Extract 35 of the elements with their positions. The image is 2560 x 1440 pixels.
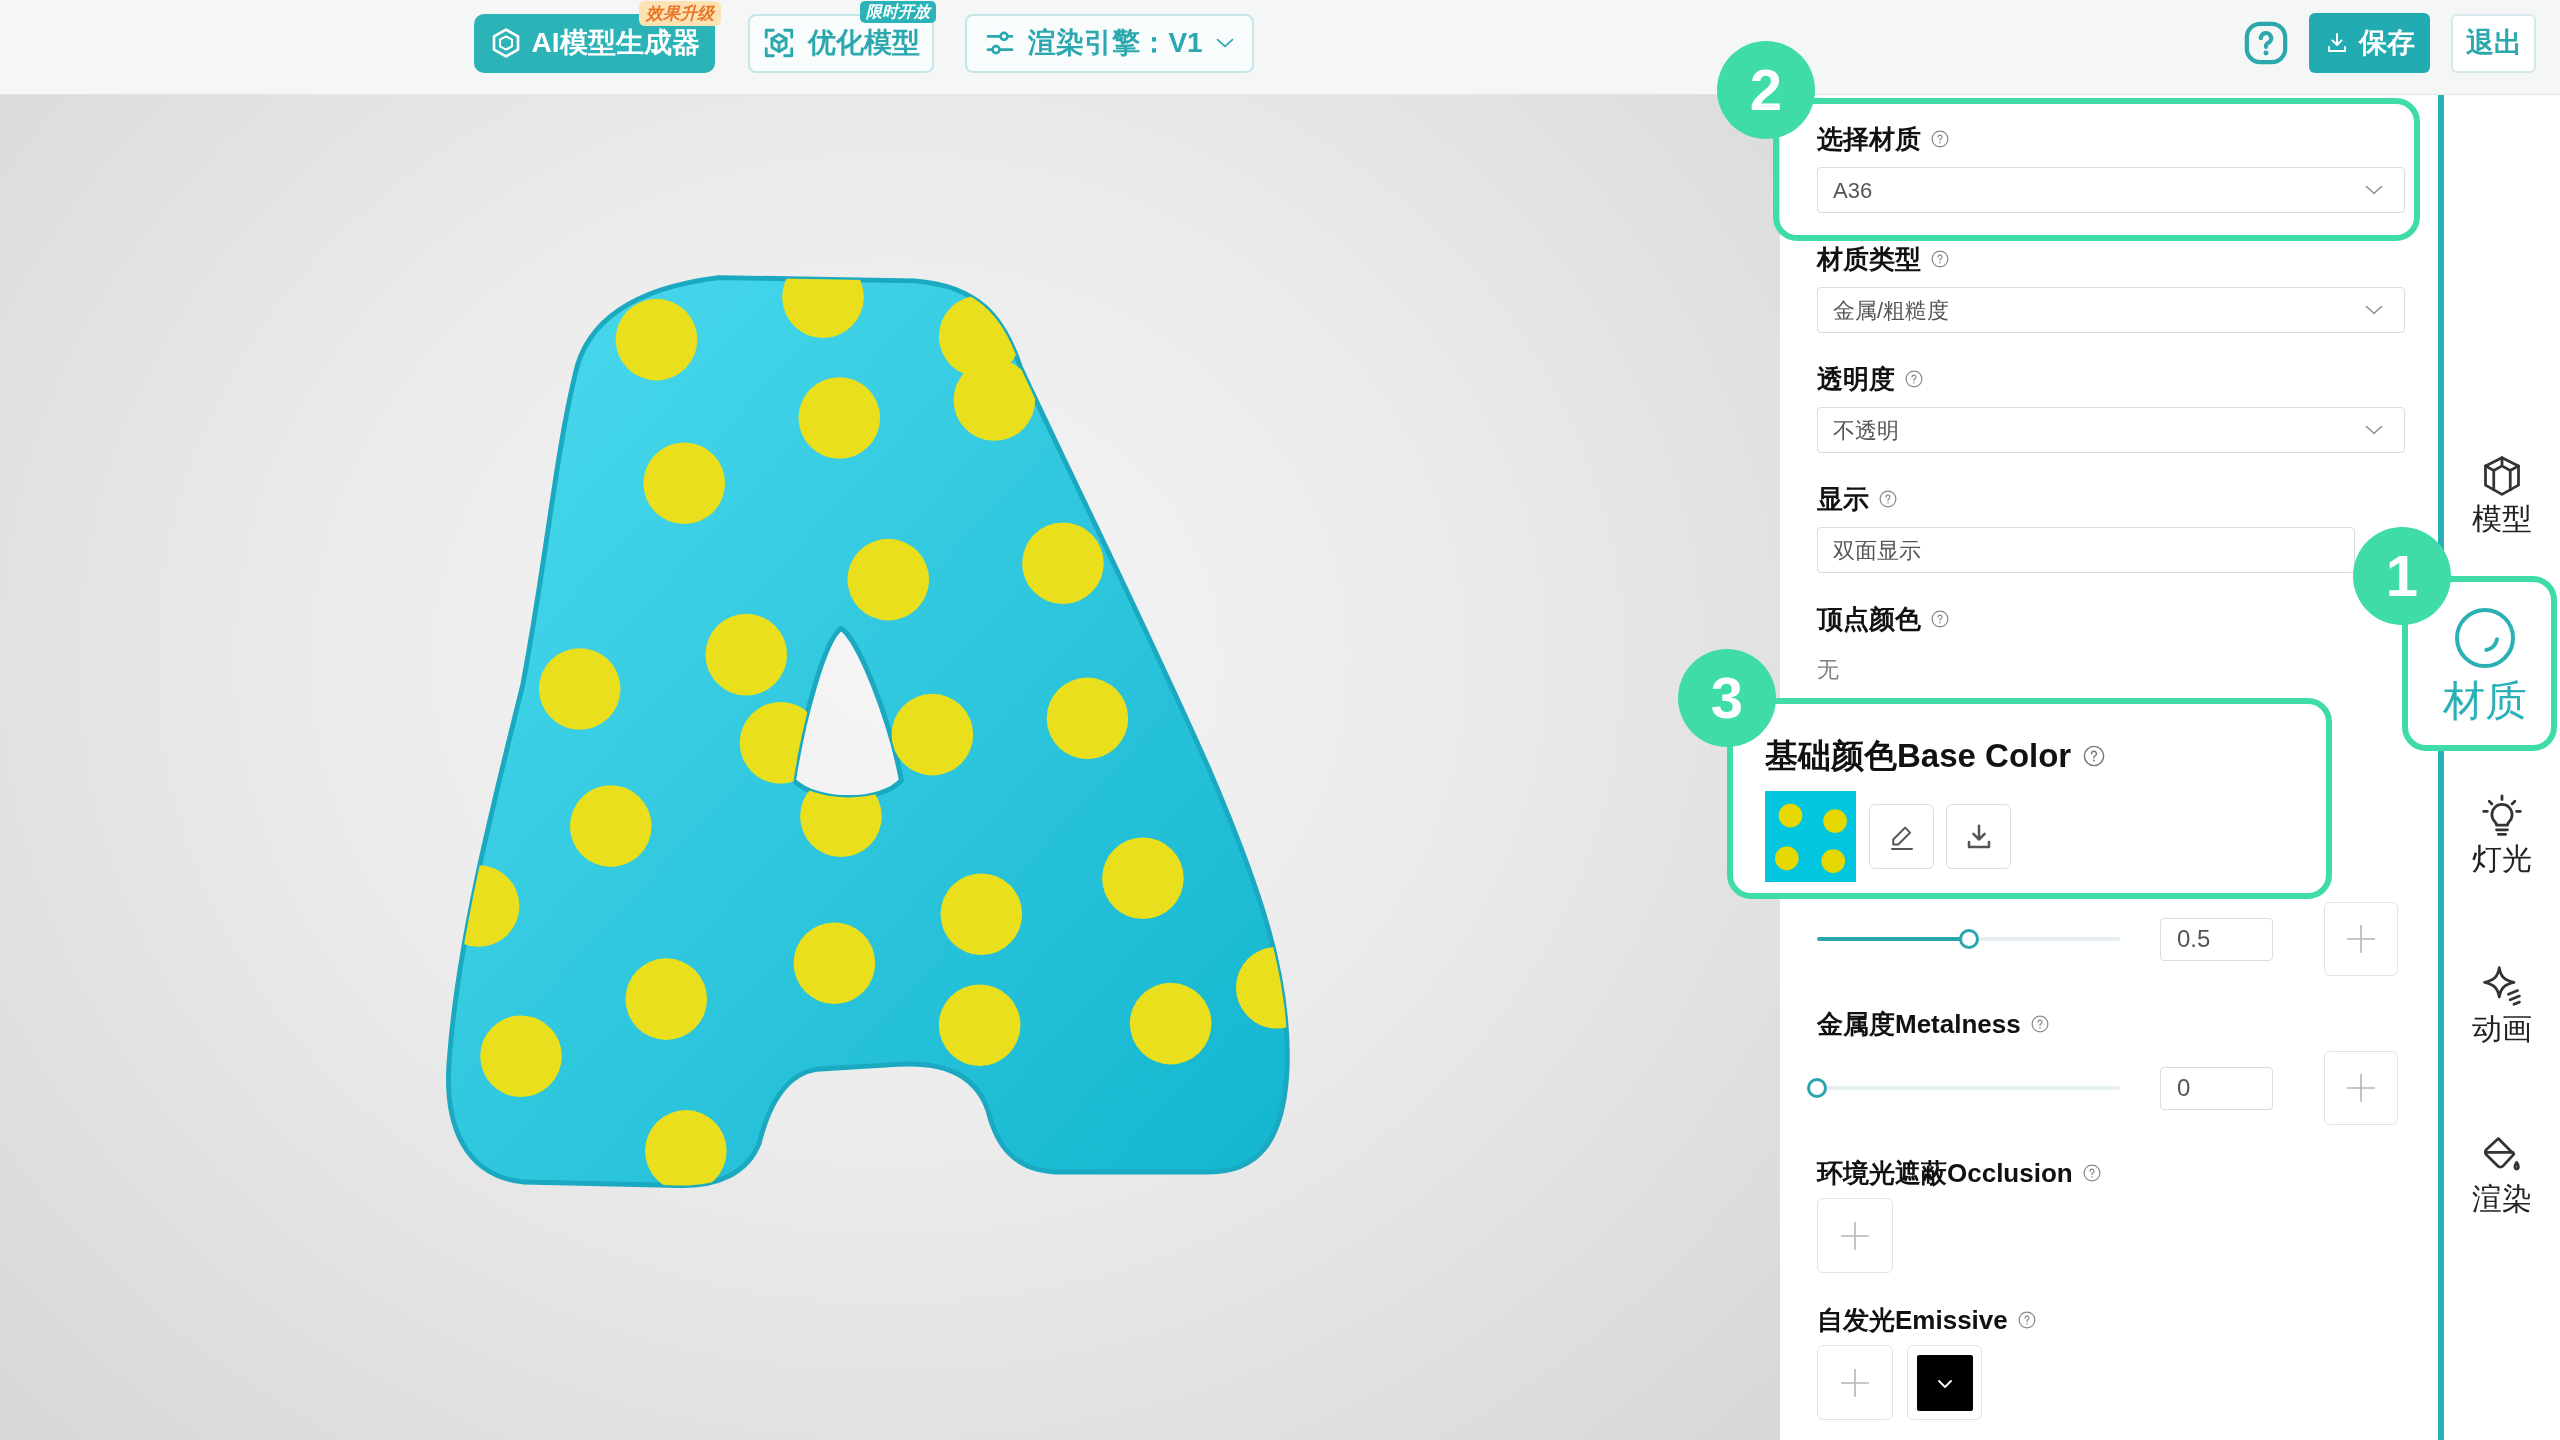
download-button[interactable] bbox=[1946, 804, 2011, 869]
plus-icon bbox=[2345, 923, 2377, 955]
value-input[interactable]: 0 bbox=[2160, 1066, 2273, 1110]
sidebar-item[interactable]: 灯光 bbox=[2444, 751, 2560, 921]
dotted-texture-icon[interactable] bbox=[1765, 791, 1856, 882]
sidebar-item[interactable]: 动画 bbox=[2444, 921, 2560, 1091]
sidebar-item[interactable]: 渲染 bbox=[2444, 1091, 2560, 1261]
field-label: 顶点颜色 bbox=[1817, 604, 1921, 634]
light-bulb-icon bbox=[2480, 794, 2524, 838]
field-label: 环境光遮蔽Occlusion bbox=[1817, 1158, 2073, 1188]
help-icon[interactable] bbox=[2243, 20, 2289, 66]
slider-thumb[interactable] bbox=[1958, 929, 1979, 949]
field-label: 透明度 bbox=[1817, 364, 1895, 394]
field-label: 金属度Metalness bbox=[1817, 1009, 2021, 1039]
plus-icon bbox=[1839, 1366, 1871, 1399]
select-field[interactable]: 不透明 bbox=[1817, 407, 2405, 453]
field-label: 材质类型 bbox=[1817, 244, 1921, 274]
sparkle-icon bbox=[2480, 964, 2524, 1008]
field-label: 显示 bbox=[1817, 484, 1869, 514]
cube-scan-icon bbox=[762, 26, 796, 60]
sphere-icon bbox=[2453, 606, 2517, 670]
slider-thumb[interactable] bbox=[1807, 1078, 1827, 1098]
promo-tag: 效果升级 bbox=[639, 0, 721, 26]
field-value: 无 bbox=[1817, 656, 1839, 684]
select-field[interactable]: A36 bbox=[1817, 167, 2405, 213]
color-picker-button[interactable] bbox=[1907, 1345, 1982, 1420]
text-field[interactable]: 双面显示 bbox=[1817, 527, 2355, 573]
plus-icon bbox=[2345, 1072, 2377, 1104]
value-input[interactable]: 0.5 bbox=[2160, 917, 2273, 961]
field-label: 自发光Emissive bbox=[1817, 1305, 2008, 1335]
field-label: 选择材质 bbox=[1817, 124, 1921, 154]
plus-icon bbox=[1839, 1219, 1871, 1252]
promo-tag: 限时开放 bbox=[860, 0, 936, 23]
select-field[interactable]: 金属/粗糙度 bbox=[1817, 287, 2405, 333]
edit-button[interactable] bbox=[1869, 804, 1934, 869]
